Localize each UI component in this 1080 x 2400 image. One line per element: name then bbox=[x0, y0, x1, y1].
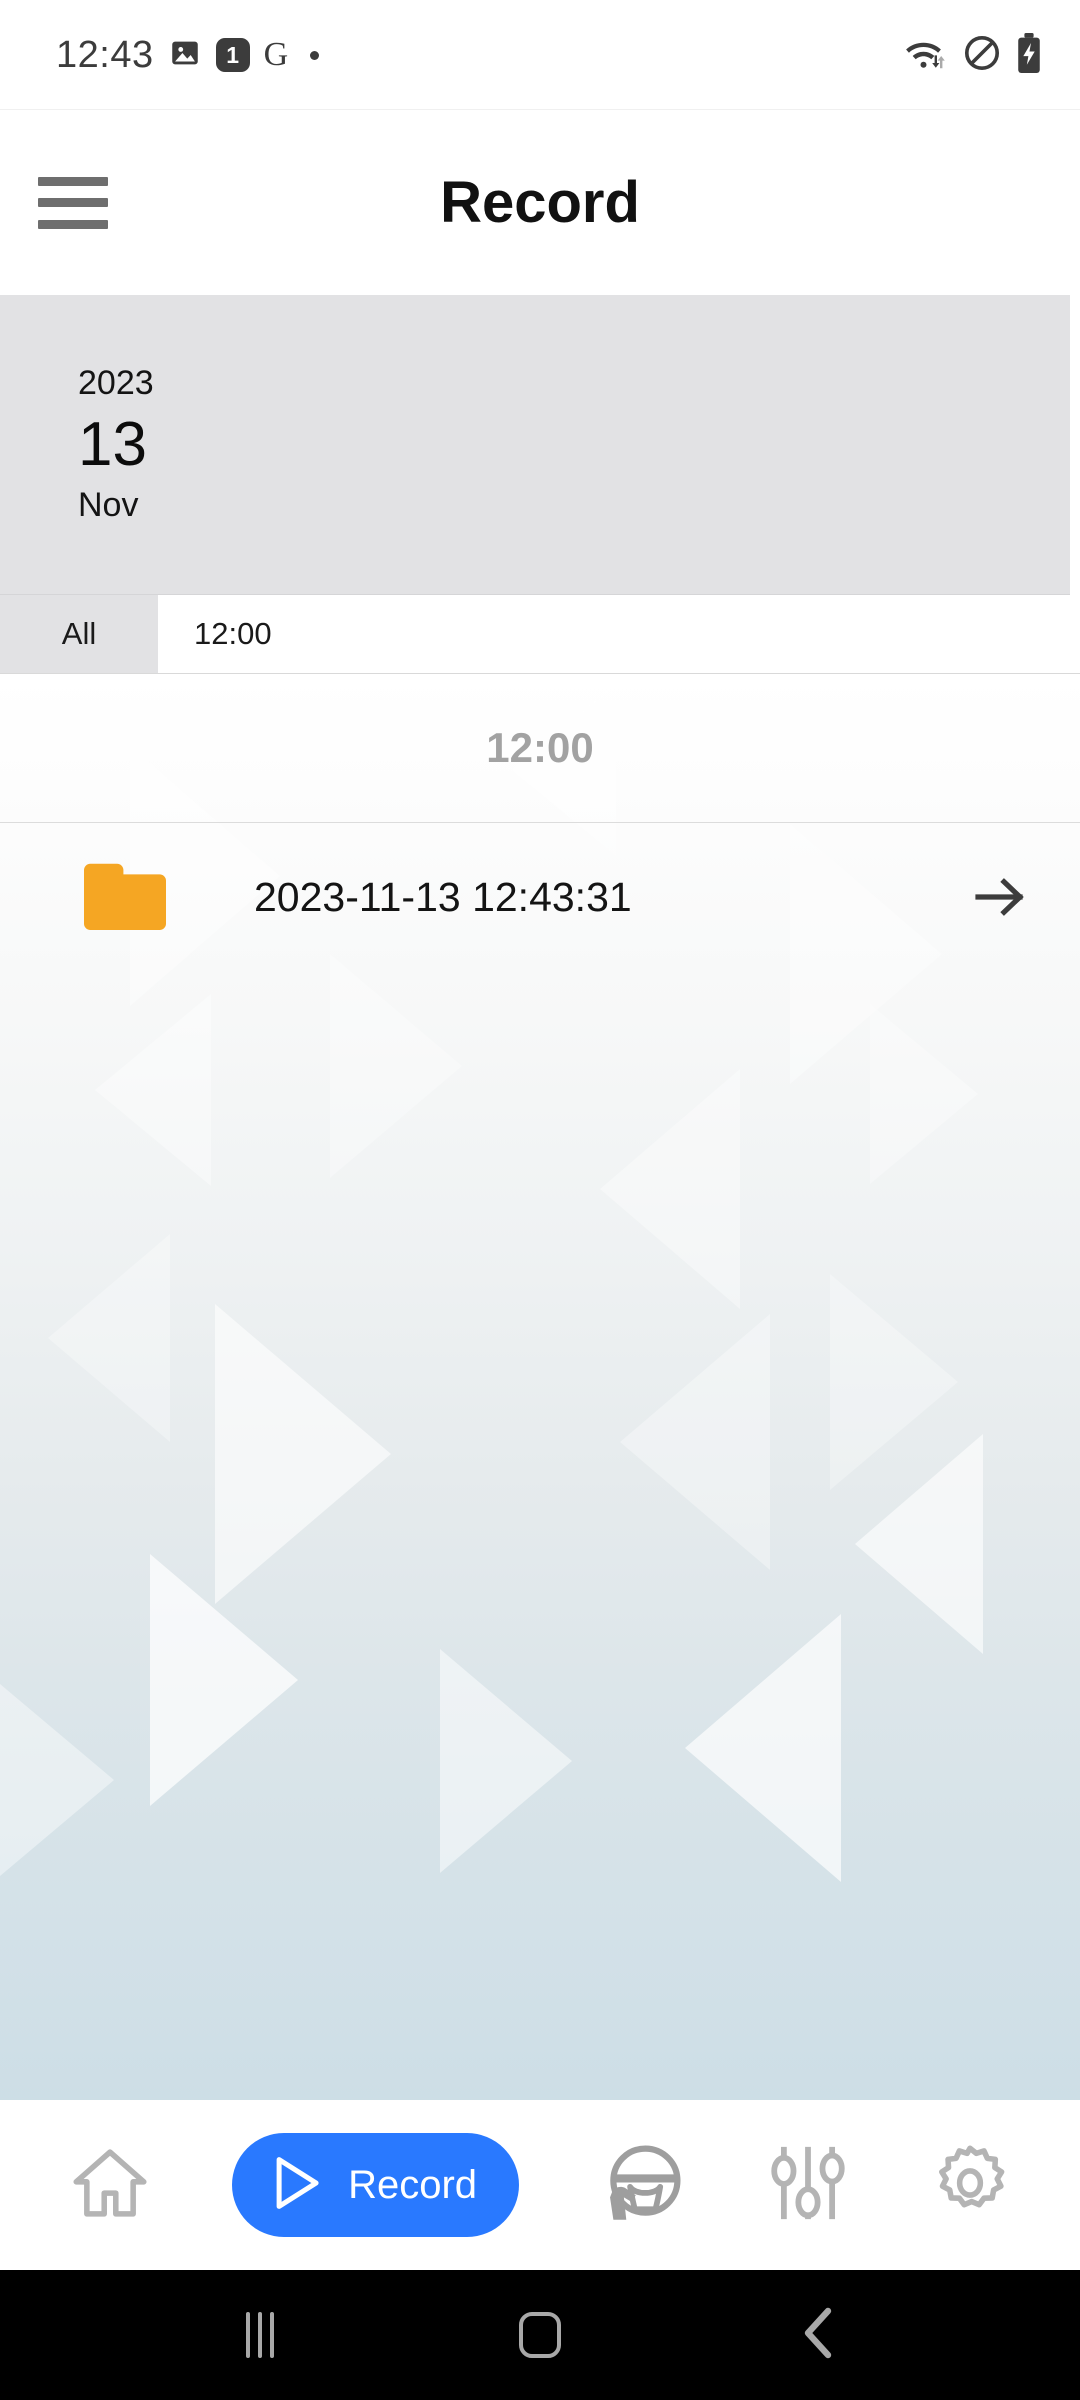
sliders-icon bbox=[768, 2142, 848, 2229]
play-triangle-icon bbox=[268, 2152, 326, 2219]
nav-record-label: Record bbox=[348, 2162, 478, 2207]
page-title: Record bbox=[440, 170, 640, 235]
background-triangle bbox=[440, 1649, 572, 1873]
recents-bar-1 bbox=[246, 2312, 250, 2358]
status-bar-right bbox=[902, 32, 1042, 78]
nav-settings-button[interactable] bbox=[929, 2142, 1011, 2229]
background-triangle bbox=[600, 1069, 740, 1309]
system-recents-button[interactable] bbox=[200, 2275, 320, 2395]
hamburger-menu-icon[interactable] bbox=[38, 176, 108, 229]
background-triangle bbox=[150, 1554, 298, 1806]
steering-wheel-icon bbox=[600, 2140, 686, 2231]
recents-bar-3 bbox=[270, 2312, 274, 2358]
date-card[interactable]: 2023 13 Nov bbox=[0, 295, 1070, 595]
system-back-button[interactable] bbox=[760, 2275, 880, 2395]
google-icon: G bbox=[263, 36, 289, 73]
background-triangle bbox=[48, 1234, 170, 1442]
hamburger-bar-2 bbox=[38, 198, 108, 207]
home-icon bbox=[69, 2144, 151, 2227]
background-triangle bbox=[685, 1614, 841, 1882]
hamburger-bar-3 bbox=[38, 219, 108, 229]
section-header-time: 12:00 bbox=[0, 674, 1080, 823]
app-header: Record bbox=[0, 110, 1080, 295]
background-triangle bbox=[855, 1434, 983, 1654]
more-notifications-dot bbox=[310, 50, 320, 60]
hamburger-bar-1 bbox=[38, 176, 108, 186]
notification-count-badge: 1 bbox=[215, 38, 250, 72]
do-not-disturb-icon bbox=[963, 34, 1001, 77]
folder-icon bbox=[78, 859, 174, 935]
status-bar-left: 12:43 1 G bbox=[56, 33, 320, 77]
background-triangle bbox=[870, 1004, 978, 1184]
wifi-icon bbox=[902, 35, 948, 76]
gear-icon bbox=[929, 2142, 1011, 2229]
background-triangle bbox=[330, 954, 462, 1178]
recents-bar-2 bbox=[258, 2312, 262, 2358]
photo-icon bbox=[168, 36, 202, 75]
background-triangle bbox=[95, 994, 211, 1186]
background-triangle bbox=[830, 1274, 958, 1490]
back-chevron-icon bbox=[798, 2307, 842, 2364]
status-clock: 12:43 bbox=[56, 33, 154, 76]
system-navigation-bar bbox=[0, 2270, 1080, 2400]
record-list: 2023-11-13 12:43:31 bbox=[0, 823, 1080, 971]
nav-tuning-button[interactable] bbox=[768, 2142, 848, 2229]
background-triangle bbox=[215, 1304, 391, 1604]
status-bar: 12:43 1 G bbox=[0, 0, 1080, 110]
nav-record-button[interactable]: Record bbox=[232, 2133, 520, 2237]
arrow-right-icon[interactable] bbox=[968, 875, 1028, 919]
system-home-button[interactable] bbox=[480, 2275, 600, 2395]
recents-icon bbox=[246, 2312, 274, 2358]
tab-strip: All 12:00 bbox=[0, 595, 1080, 674]
background-triangle bbox=[620, 1314, 770, 1570]
home-square-icon bbox=[519, 2312, 561, 2358]
nav-driving-button[interactable] bbox=[600, 2140, 686, 2231]
content-area: 12:00 2023-11-13 12:43:31 bbox=[0, 674, 1080, 2100]
tab-all[interactable]: All bbox=[0, 595, 158, 673]
nav-home-button[interactable] bbox=[69, 2144, 151, 2227]
date-month: Nov bbox=[78, 486, 139, 525]
tab-1200[interactable]: 12:00 bbox=[158, 595, 1080, 673]
date-day: 13 bbox=[78, 409, 147, 479]
date-year: 2023 bbox=[78, 364, 154, 403]
record-label: 2023-11-13 12:43:31 bbox=[254, 873, 632, 920]
phone-screen: 12:43 1 G Record 2023 13 Nov All 12:00 1… bbox=[0, 0, 1080, 2400]
battery-charging-icon bbox=[1016, 32, 1042, 78]
background-triangle bbox=[0, 1684, 114, 1876]
list-item[interactable]: 2023-11-13 12:43:31 bbox=[0, 823, 1080, 971]
bottom-navigation-bar: Record bbox=[0, 2100, 1080, 2270]
